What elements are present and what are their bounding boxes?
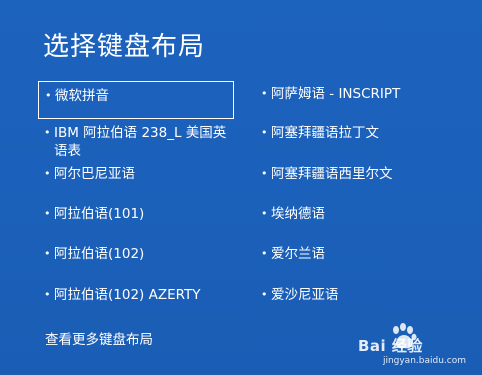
watermark-url: jingyan.baidu.com <box>382 356 466 366</box>
option-label: IBM 阿拉伯语 238_L 美国英语表 <box>54 125 227 159</box>
option-ibm-arabic-238l[interactable]: • IBM 阿拉伯语 238_L 美国英语表 <box>44 124 234 160</box>
option-arabic-101[interactable]: • 阿拉伯语(101) <box>44 205 234 223</box>
bullet-icon: • <box>44 288 51 301</box>
bullet-icon: • <box>261 247 268 260</box>
option-azerbaijani-cyrillic[interactable]: • 阿塞拜疆语西里尔文 <box>261 165 461 183</box>
option-irish[interactable]: • 爱尔兰语 <box>261 245 461 263</box>
baidu-jingyan-watermark: Bai 经验 jingyan.baidu.com <box>358 321 468 367</box>
option-arabic-102-azerty[interactable]: • 阿拉伯语(102) AZERTY <box>44 286 244 304</box>
option-label: 阿拉伯语(102) AZERTY <box>54 287 201 303</box>
page-title: 选择键盘布局 <box>43 32 206 62</box>
option-albanian[interactable]: • 阿尔巴尼亚语 <box>44 165 234 183</box>
bullet-icon: • <box>44 247 51 260</box>
option-label: 阿萨姆语 - INSCRIPT <box>271 86 401 102</box>
more-layouts-link[interactable]: 查看更多键盘布局 <box>45 331 153 349</box>
bullet-icon: • <box>44 167 51 180</box>
option-azerbaijani-latin[interactable]: • 阿塞拜疆语拉丁文 <box>261 124 461 142</box>
option-arabic-102[interactable]: • 阿拉伯语(102) <box>44 245 234 263</box>
bullet-icon: • <box>45 89 52 102</box>
bullet-icon: • <box>261 126 268 139</box>
option-label: 埃纳德语 <box>271 206 325 222</box>
keyboard-layout-screen: 选择键盘布局 • 微软拼音 • IBM 阿拉伯语 238_L 美国英语表 • 阿… <box>0 0 482 375</box>
option-microsoft-pinyin[interactable]: • 微软拼音 <box>38 81 234 119</box>
bullet-icon: • <box>44 126 51 139</box>
option-label: 爱沙尼亚语 <box>271 287 339 303</box>
bullet-icon: • <box>261 288 268 301</box>
watermark-brand: Bai 经验 <box>358 337 423 355</box>
option-label: 阿塞拜疆语西里尔文 <box>271 166 393 182</box>
option-assamese-inscript[interactable]: • 阿萨姆语 - INSCRIPT <box>261 85 461 103</box>
bullet-icon: • <box>44 207 51 220</box>
bullet-icon: • <box>261 87 268 100</box>
option-kannada[interactable]: • 埃纳德语 <box>261 205 461 223</box>
option-label: 阿拉伯语(102) <box>54 246 145 262</box>
option-label: 阿拉伯语(101) <box>54 206 145 222</box>
option-label: 阿塞拜疆语拉丁文 <box>271 125 379 141</box>
bullet-icon: • <box>261 207 268 220</box>
option-label: 微软拼音 <box>55 88 109 104</box>
option-label: 爱尔兰语 <box>271 246 325 262</box>
bullet-icon: • <box>261 167 268 180</box>
option-label: 阿尔巴尼亚语 <box>54 166 135 182</box>
option-estonian[interactable]: • 爱沙尼亚语 <box>261 286 461 304</box>
